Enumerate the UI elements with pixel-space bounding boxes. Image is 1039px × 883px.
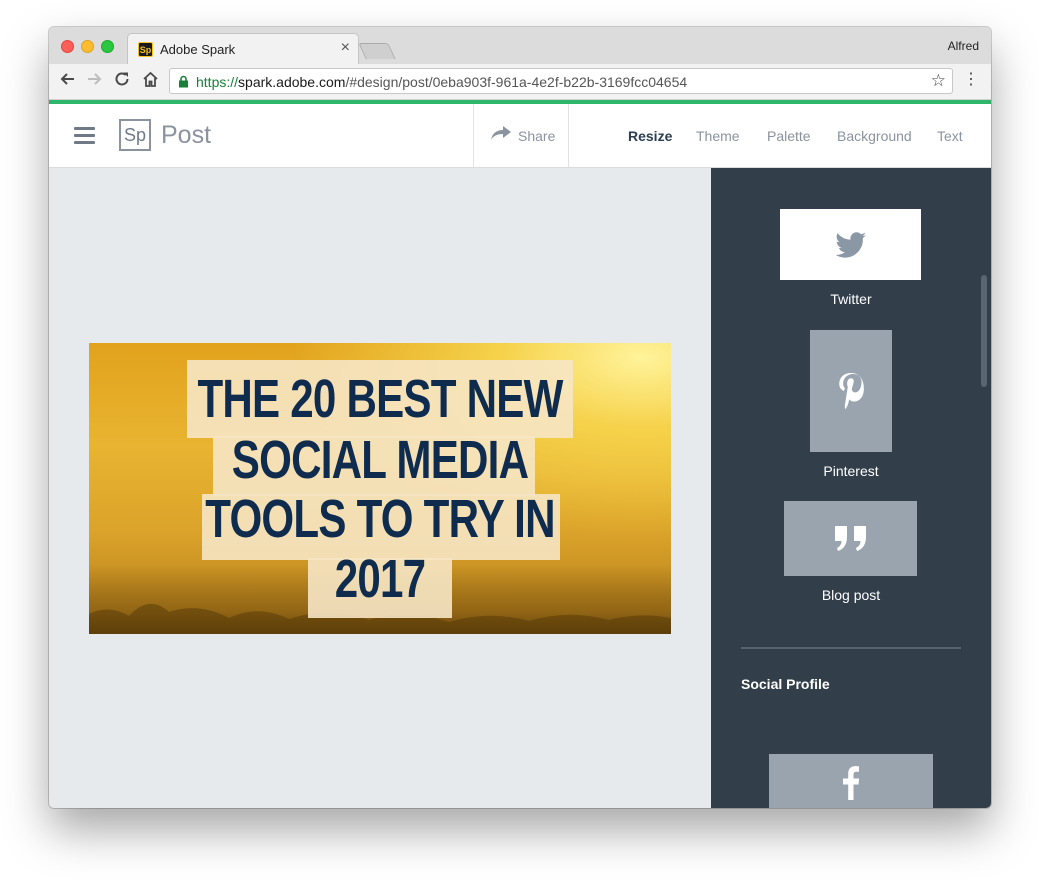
pinterest-icon bbox=[839, 373, 864, 409]
hamburger-icon[interactable] bbox=[74, 127, 95, 144]
resize-option-facebook[interactable] bbox=[769, 754, 933, 808]
tab-title: Adobe Spark bbox=[160, 42, 236, 57]
reload-icon[interactable] bbox=[114, 71, 130, 91]
favicon-icon: Sp bbox=[138, 42, 153, 57]
resize-option-pinterest-label: Pinterest bbox=[823, 463, 879, 479]
tab-theme[interactable]: Theme bbox=[696, 128, 740, 144]
app-name: Post bbox=[161, 121, 212, 149]
menu-icon[interactable]: ⋮ bbox=[963, 71, 979, 89]
address-bar[interactable]: https://spark.adobe.com/#design/post/0eb… bbox=[169, 68, 953, 94]
tab-resize[interactable]: Resize bbox=[628, 128, 672, 144]
profile-name[interactable]: Alfred bbox=[948, 39, 979, 53]
resize-option-pinterest[interactable] bbox=[810, 330, 892, 452]
tab-background[interactable]: Background bbox=[837, 128, 912, 144]
url-host: spark.adobe.com bbox=[238, 74, 346, 90]
url-scheme: https:// bbox=[196, 74, 239, 90]
maximize-window-button[interactable] bbox=[101, 40, 114, 53]
browser-tab[interactable]: Sp Adobe Spark × bbox=[127, 33, 359, 65]
tab-palette[interactable]: Palette bbox=[767, 128, 811, 144]
star-icon[interactable]: ☆ bbox=[931, 71, 946, 91]
url-text: https://spark.adobe.com/#design/post/0eb… bbox=[196, 74, 687, 90]
facebook-icon bbox=[843, 766, 859, 800]
resize-option-twitter[interactable] bbox=[780, 209, 921, 280]
quote-icon bbox=[834, 525, 866, 551]
section-divider bbox=[741, 647, 961, 649]
headline-line-2: SOCIAL MEDIA bbox=[231, 430, 529, 490]
share-icon bbox=[490, 125, 512, 146]
back-icon[interactable] bbox=[59, 71, 75, 91]
tab-close-icon[interactable]: × bbox=[341, 39, 350, 57]
resize-option-blog-post[interactable] bbox=[784, 501, 917, 576]
home-icon[interactable] bbox=[142, 71, 159, 91]
section-title-social-profile: Social Profile bbox=[741, 676, 830, 692]
app-header: Sp Post Share Resize Theme Palette Backg… bbox=[49, 104, 991, 168]
new-tab-button[interactable] bbox=[358, 43, 396, 59]
url-path: /#design/post/0eba903f-961a-4e2f-b22b-31… bbox=[345, 74, 688, 90]
tab-strip: Sp Adobe Spark × Alfred bbox=[49, 27, 991, 65]
headline-line-1: THE 20 BEST NEW bbox=[197, 369, 563, 429]
forward-icon[interactable] bbox=[87, 71, 103, 91]
design-canvas: THE 20 BEST NEW SOCIAL MEDIA TOOLS TO TR… bbox=[49, 168, 711, 808]
twitter-icon bbox=[834, 231, 866, 258]
share-button[interactable]: Share bbox=[473, 104, 569, 167]
tab-text[interactable]: Text bbox=[937, 128, 963, 144]
share-label: Share bbox=[518, 128, 556, 144]
headline-line-4: 2017 bbox=[334, 549, 426, 609]
resize-option-twitter-label: Twitter bbox=[830, 291, 872, 307]
headline-line-3: TOOLS TO TRY IN bbox=[205, 489, 555, 549]
spark-logo: Sp bbox=[119, 119, 151, 151]
minimize-window-button[interactable] bbox=[81, 40, 94, 53]
browser-toolbar: https://spark.adobe.com/#design/post/0eb… bbox=[49, 64, 991, 100]
resize-panel: Twitter Pinterest Blog post Social Profi… bbox=[711, 168, 991, 808]
lock-icon[interactable] bbox=[178, 75, 189, 93]
browser-window: Sp Adobe Spark × Alfred https://spark.ad… bbox=[49, 27, 991, 808]
resize-option-blog-post-label: Blog post bbox=[821, 587, 881, 603]
close-window-button[interactable] bbox=[61, 40, 74, 53]
headline-block[interactable]: THE 20 BEST NEW SOCIAL MEDIA TOOLS TO TR… bbox=[89, 343, 671, 634]
post-design[interactable]: THE 20 BEST NEW SOCIAL MEDIA TOOLS TO TR… bbox=[89, 343, 671, 634]
